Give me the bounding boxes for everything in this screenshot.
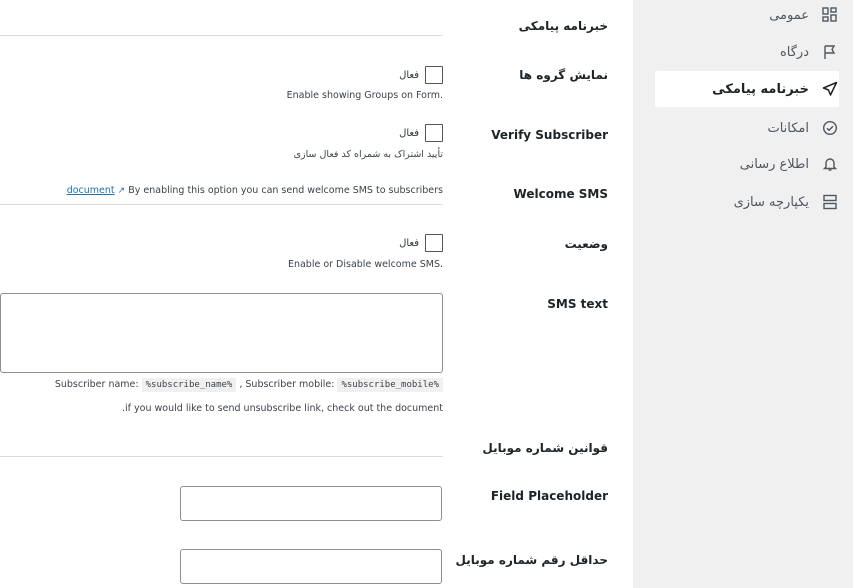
welcome-sms-description-text: By enabling this option you can send wel… — [128, 185, 443, 196]
sms-text-label: SMS text — [547, 297, 608, 311]
sidebar-item-integration[interactable]: یکپارچه سازی — [655, 184, 839, 220]
field-placeholder-input[interactable] — [180, 486, 442, 521]
sidebar-item-sms-newsletter[interactable]: خبرنامه پیامکی — [655, 71, 839, 107]
status-description: Enable or Disable welcome SMS. — [287, 259, 443, 270]
mobile-rules-title: قوانین شماره موبایل — [482, 441, 608, 455]
status-checkbox[interactable] — [425, 234, 443, 252]
unsubscribe-help: if you would like to send unsubscribe li… — [122, 403, 443, 414]
sidebar-item-notifications[interactable]: اطلاع رسانی — [655, 146, 839, 182]
divider — [0, 204, 443, 205]
verify-subscriber-checkbox-label: فعال — [399, 128, 419, 139]
external-link-icon[interactable]: ↗ — [118, 186, 126, 196]
sidebar-item-general[interactable]: عمومی — [655, 0, 839, 33]
status-checkbox-label: فعال — [399, 238, 419, 249]
divider — [0, 35, 443, 36]
min-mobile-digits-input[interactable] — [180, 549, 442, 584]
verify-subscriber-checkbox[interactable] — [425, 124, 443, 142]
sidebar-item-label: خبرنامه پیامکی — [712, 81, 809, 97]
sidebar-item-label: درگاه — [779, 44, 809, 60]
settings-sidebar: عمومی درگاه خبرنامه پیامکی امکانات اطلاع… — [633, 0, 853, 588]
sms-text-textarea[interactable] — [0, 293, 443, 373]
welcome-sms-description: document ↗ By enabling this option you c… — [67, 185, 443, 196]
subscriber-name-code: %subscribe_name% — [141, 378, 237, 392]
subscriber-mobile-code: %subscribe_mobile% — [337, 378, 443, 392]
field-placeholder-label: Field Placeholder — [490, 489, 608, 503]
check-circle-icon — [821, 119, 839, 137]
sidebar-item-label: عمومی — [769, 7, 809, 23]
show-groups-checkbox-label: فعال — [399, 70, 419, 81]
show-groups-label: نمایش گروه ها — [519, 68, 608, 82]
show-groups-checkbox[interactable] — [425, 66, 443, 84]
sidebar-item-features[interactable]: امکانات — [655, 110, 839, 146]
verify-subscriber-description: تأیید اشتراک به شمراه کد فعال سازی — [293, 149, 443, 160]
sms-text-help-variables: Subscriber name: %subscribe_name% , Subs… — [54, 378, 443, 392]
flag-icon — [821, 43, 839, 61]
subscriber-mobile-label: , Subscriber mobile: — [239, 379, 335, 390]
section-title: خبرنامه پیامکی — [518, 19, 608, 33]
layout-icon — [821, 193, 839, 211]
sidebar-item-label: امکانات — [767, 120, 809, 136]
status-label: وضعیت — [564, 237, 608, 251]
bell-icon — [821, 155, 839, 173]
sidebar-item-gateway[interactable]: درگاه — [655, 34, 839, 70]
send-icon — [821, 80, 839, 98]
min-mobile-digits-label: حداقل رقم شماره موبایل — [455, 553, 609, 567]
sidebar-item-label: یکپارچه سازی — [733, 194, 809, 210]
document-link[interactable]: document — [67, 185, 115, 196]
divider — [0, 456, 443, 457]
subscriber-name-label: Subscriber name: — [54, 379, 139, 390]
welcome-sms-label: Welcome SMS — [513, 187, 608, 201]
dashboard-grid-icon — [821, 6, 839, 24]
show-groups-description: Enable showing Groups on Form. — [286, 90, 443, 101]
sidebar-item-label: اطلاع رسانی — [739, 156, 809, 172]
verify-subscriber-label: Verify Subscriber — [491, 128, 608, 142]
